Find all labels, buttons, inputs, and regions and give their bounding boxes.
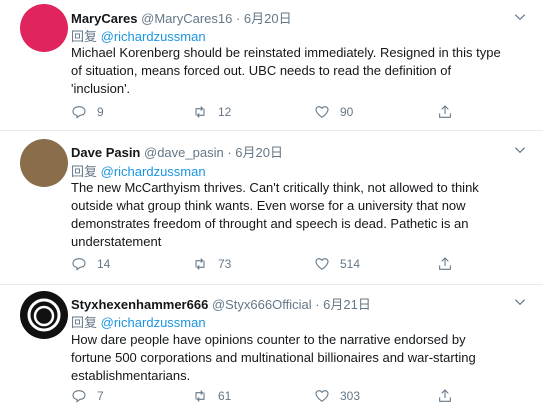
like-count: 514 — [340, 257, 361, 271]
reply-mention[interactable]: @richardzussman — [101, 164, 206, 179]
like-button[interactable]: 303 — [314, 388, 360, 404]
display-name[interactable]: Dave Pasin — [71, 145, 140, 160]
retweet-count: 12 — [218, 105, 232, 119]
retweet-button[interactable]: 12 — [192, 104, 231, 120]
like-count: 303 — [340, 389, 361, 403]
tweet-header: MaryCares @MaryCares16 · 6月20日 — [71, 8, 292, 27]
user-handle[interactable]: @dave_pasin — [144, 145, 224, 160]
reply-count: 7 — [97, 389, 104, 403]
reply-icon — [72, 390, 86, 403]
chevron-down-icon[interactable] — [513, 295, 527, 309]
reply-prefix: 回复 — [71, 29, 98, 44]
retweet-count: 73 — [218, 257, 232, 271]
share-icon — [439, 389, 451, 402]
tweet-actions: 9 12 90 — [71, 104, 471, 124]
tweet[interactable]: Dave Pasin @dave_pasin · 6月20日 回复 @richa… — [0, 131, 543, 284]
display-name[interactable]: MaryCares — [71, 11, 138, 26]
share-button[interactable] — [437, 256, 463, 272]
ring-logo-icon — [27, 298, 61, 332]
tweet-text: Michael Korenberg should be reinstated i… — [71, 45, 501, 96]
share-icon — [439, 105, 451, 118]
heart-icon — [315, 258, 329, 270]
display-name[interactable]: Styxhexenhammer666 — [71, 297, 208, 312]
heart-icon — [315, 106, 329, 118]
avatar[interactable] — [20, 4, 68, 52]
tweet-text: The new McCarthyism thrives. Can't criti… — [71, 180, 479, 249]
reply-icon — [72, 258, 86, 271]
user-handle[interactable]: @Styx666Official — [212, 297, 312, 312]
avatar[interactable] — [20, 291, 68, 339]
heart-icon — [315, 390, 329, 402]
tweet[interactable]: Styxhexenhammer666 @Styx666Official · 6月… — [0, 285, 543, 414]
retweet-icon — [195, 258, 205, 270]
tweet-header: Styxhexenhammer666 @Styx666Official · 6月… — [71, 294, 371, 313]
like-button[interactable]: 514 — [314, 256, 360, 272]
tweet-actions: 7 61 303 — [71, 388, 471, 408]
reply-prefix: 回复 — [71, 315, 98, 330]
user-handle[interactable]: @MaryCares16 — [141, 11, 232, 26]
reply-context: 回复 @richardzussman — [71, 161, 206, 180]
retweet-count: 61 — [218, 389, 232, 403]
reply-button[interactable]: 9 — [71, 104, 104, 120]
reply-count: 9 — [97, 105, 104, 119]
tweet[interactable]: MaryCares @MaryCares16 · 6月20日 回复 @richa… — [0, 0, 543, 130]
retweet-icon — [195, 106, 205, 118]
tweet-header: Dave Pasin @dave_pasin · 6月20日 — [71, 142, 283, 161]
avatar[interactable] — [20, 139, 68, 187]
tweet-date[interactable]: · 6月20日 — [227, 145, 283, 160]
reply-mention[interactable]: @richardzussman — [101, 29, 206, 44]
share-button[interactable] — [437, 104, 463, 120]
chevron-down-icon[interactable] — [513, 143, 527, 157]
reply-context: 回复 @richardzussman — [71, 26, 206, 45]
reply-context: 回复 @richardzussman — [71, 312, 206, 331]
tweet-actions: 14 73 514 — [71, 256, 471, 276]
tweet-feed: MaryCares @MaryCares16 · 6月20日 回复 @richa… — [0, 0, 543, 414]
reply-count: 14 — [97, 257, 111, 271]
chevron-down-icon[interactable] — [513, 10, 527, 24]
like-count: 90 — [340, 105, 354, 119]
tweet-text: How dare people have opinions counter to… — [71, 332, 476, 383]
reply-button[interactable]: 14 — [71, 256, 110, 272]
reply-mention[interactable]: @richardzussman — [101, 315, 206, 330]
like-button[interactable]: 90 — [314, 104, 353, 120]
reply-icon — [72, 106, 86, 119]
tweet-date[interactable]: · 6月21日 — [315, 297, 371, 312]
reply-button[interactable]: 7 — [71, 388, 104, 404]
share-icon — [439, 257, 451, 270]
reply-prefix: 回复 — [71, 164, 98, 179]
share-button[interactable] — [437, 388, 463, 404]
retweet-button[interactable]: 61 — [192, 388, 231, 404]
retweet-icon — [195, 390, 205, 402]
tweet-date[interactable]: · 6月20日 — [236, 11, 292, 26]
retweet-button[interactable]: 73 — [192, 256, 231, 272]
